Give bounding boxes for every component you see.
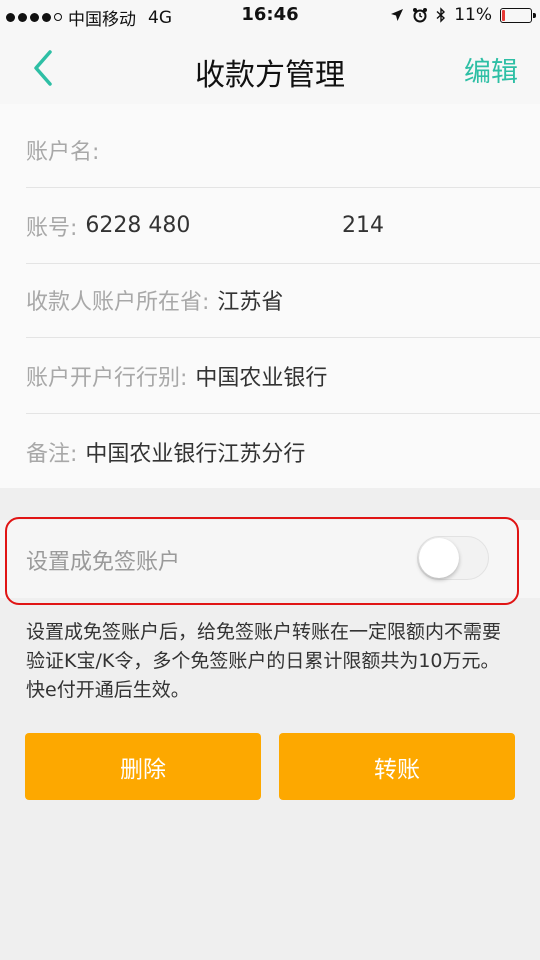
transfer-button[interactable]: 转账 [279, 733, 515, 800]
status-right: 11% [390, 5, 536, 25]
account-number-value: 6228 480 [85, 213, 191, 238]
edit-button[interactable]: 编辑 [464, 50, 518, 89]
province-row: 收款人账户所在省: 江苏省 [26, 262, 540, 338]
province-label: 收款人账户所在省: [26, 289, 210, 315]
battery-icon [500, 7, 536, 23]
note-row: 备注: 中国农业银行江苏分行 [26, 414, 540, 490]
account-number-label: 账号: [26, 215, 78, 241]
back-button[interactable] [26, 46, 66, 90]
bank-value: 中国农业银行 [195, 365, 328, 391]
account-name-label: 账户名: [26, 139, 100, 165]
account-name-row: 账户名: [26, 112, 540, 188]
alarm-icon [413, 8, 428, 23]
account-number-row: 账号: 6228 480 214 [26, 188, 540, 264]
exempt-account-toggle[interactable] [417, 536, 489, 580]
toggle-knob [419, 538, 459, 578]
chevron-left-icon [34, 50, 52, 86]
exempt-notice-text: 设置成免签账户后，给免签账户转账在一定限额内不需要验证K宝/K令，多个免签账户的… [26, 621, 502, 701]
exempt-account-row: 设置成免签账户 [0, 520, 540, 598]
bank-label: 账户开户行行别: [26, 365, 188, 391]
exempt-account-label: 设置成免签账户 [26, 550, 181, 575]
battery-percent: 11% [454, 5, 492, 25]
note-label: 备注: [26, 442, 78, 467]
note-value: 中国农业银行江苏分行 [85, 442, 306, 467]
account-info-card: 账户名: 账号: 6228 480 214 收款人账户所在省: 江苏省 账户开户… [0, 104, 540, 488]
delete-button[interactable]: 删除 [25, 733, 261, 800]
page-title: 收款方管理 [195, 58, 345, 93]
bluetooth-icon [436, 7, 446, 23]
status-bar: 中国移动 4G 16:46 11% [0, 0, 540, 32]
location-arrow-icon [391, 9, 404, 21]
bank-row: 账户开户行行别: 中国农业银行 [26, 338, 540, 414]
province-value: 江苏省 [217, 289, 284, 315]
nav-bar: 收款方管理 编辑 [0, 32, 540, 104]
account-number-tail: 214 [342, 213, 384, 238]
